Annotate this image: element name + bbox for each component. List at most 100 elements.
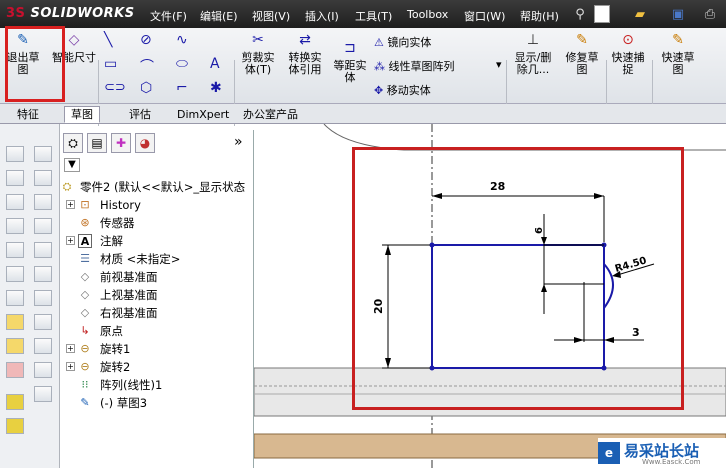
tree-item-sketch3[interactable]: ✎ (-) 草图3 [60, 394, 254, 412]
menu-file[interactable]: 文件(F) [150, 8, 187, 24]
sketch-edit-icon[interactable] [6, 314, 24, 330]
trim-entities-button[interactable]: ✂ 剪裁实体(T) [238, 33, 278, 76]
expand-icon[interactable]: + [66, 344, 75, 353]
menu-window[interactable]: 窗口(W) [464, 8, 505, 24]
cube-icon[interactable] [6, 218, 24, 234]
configuration-tab-icon[interactable]: ✚ [111, 133, 131, 153]
view-icon[interactable] [34, 386, 52, 402]
new-document-icon[interactable] [594, 5, 610, 23]
convert-icon: ⇄ [299, 32, 311, 48]
view-icon[interactable] [34, 146, 52, 162]
circle-icon[interactable]: ⊘ [140, 32, 152, 48]
filter-icon[interactable]: ▼ [64, 158, 80, 172]
view-icon[interactable] [34, 314, 52, 330]
expand-icon[interactable]: + [66, 236, 75, 245]
tree-item-history[interactable]: + ⊡ History [60, 196, 254, 214]
watermark-subtext: Www.Easck.Com [642, 458, 701, 466]
tree-item-origin[interactable]: ↳ 原点 [60, 322, 254, 340]
line-icon[interactable]: ╲ [104, 32, 112, 48]
polygon-icon[interactable]: ⬡ [140, 80, 152, 96]
convert-entities-button[interactable]: ⇄ 转换实体引用 [284, 32, 326, 76]
cube-icon[interactable] [6, 242, 24, 258]
feature-manager-tab-icon[interactable]: ⛭ [63, 133, 83, 153]
tab-dimxpert[interactable]: DimXpert [170, 106, 236, 123]
layer-icon[interactable] [6, 418, 24, 434]
rapid-sketch-button[interactable]: ✎ 快速草图 [658, 33, 698, 76]
linear-pattern-label: 线性草图阵列 [388, 60, 455, 73]
tree-item-material[interactable]: ☰ 材质 <未指定> [60, 250, 254, 268]
rectangle-icon[interactable]: ▭ [104, 56, 117, 72]
tree-item-label: 阵列(线性)1 [100, 378, 163, 392]
arc-icon[interactable]: ⌒ [140, 56, 154, 76]
title-bar: 3S SOLIDWORKS 文件(F) 编辑(E) 视图(V) 插入(I) 工具… [0, 0, 726, 28]
print-icon[interactable]: ⎙ [700, 4, 720, 24]
tree-item-linear-pattern[interactable]: ⁝⁝ 阵列(线性)1 [60, 376, 254, 394]
left-toolbar [0, 124, 60, 468]
spline-icon[interactable]: ∿ [176, 32, 188, 48]
tree-root-part[interactable]: ⛭ 零件2 (默认<<默认>_显示状态 [60, 178, 254, 196]
slot-icon[interactable]: ⊂⊃ [104, 80, 126, 95]
display-manager-tab-icon[interactable]: ◕ [135, 133, 155, 153]
convert-label: 转换实体引用 [288, 51, 322, 76]
relation-icon[interactable] [6, 362, 24, 378]
site-watermark: e 易采站长站 Www.Easck.Com [598, 438, 726, 468]
expand-icon[interactable]: + [66, 362, 75, 371]
menu-help[interactable]: 帮助(H) [520, 8, 559, 24]
repair-sketch-button[interactable]: ✎ 修复草图 [562, 33, 602, 76]
open-folder-icon[interactable]: ▰ [630, 4, 650, 24]
repair-label: 修复草图 [565, 51, 599, 76]
view-icon[interactable] [34, 266, 52, 282]
expand-panel-icon[interactable]: » [234, 134, 243, 150]
mirror-label: 镜向实体 [387, 36, 432, 49]
tab-features[interactable]: 特征 [10, 106, 46, 123]
ellipse-icon[interactable]: ⬭ [176, 56, 188, 72]
tree-item-sensors[interactable]: ⊛ 传感器 [60, 214, 254, 232]
pin-icon[interactable]: ⚲ [570, 4, 590, 24]
view-icon[interactable] [34, 338, 52, 354]
view-icon[interactable] [34, 170, 52, 186]
tab-office-products[interactable]: 办公室产品 [236, 106, 305, 123]
quick-snaps-button[interactable]: ⊙ 快速捕捉 [610, 33, 646, 76]
view-icon[interactable] [34, 218, 52, 234]
sketch-add-icon[interactable] [6, 338, 24, 354]
tree-item-annotations[interactable]: + A 注解 [60, 232, 254, 250]
tab-sketch[interactable]: 草图 [64, 106, 100, 123]
cube-icon[interactable] [6, 290, 24, 306]
move-entities-button[interactable]: ✥ 移动实体 [374, 82, 431, 98]
menu-tools[interactable]: 工具(T) [355, 8, 392, 24]
property-manager-tab-icon[interactable]: ▤ [87, 133, 107, 153]
save-icon[interactable]: ▣ [668, 4, 688, 24]
menu-edit[interactable]: 编辑(E) [200, 8, 238, 24]
show-delete-relations-button[interactable]: ⊥ 显示/删除几... [510, 33, 556, 76]
view-icon[interactable] [34, 362, 52, 378]
offset-entities-button[interactable]: ⊐ 等距实体 [332, 41, 368, 84]
view-icon[interactable] [34, 194, 52, 210]
mirror-entities-button[interactable]: ⚠ 镜向实体 [374, 34, 431, 50]
tab-evaluate[interactable]: 评估 [122, 106, 158, 123]
sketch-icon: ✎ [80, 396, 90, 409]
tree-item-front-plane[interactable]: ◇ 前视基准面 [60, 268, 254, 286]
solidworks-logo: 3S SOLIDWORKS [6, 6, 135, 21]
cube-icon[interactable] [6, 194, 24, 210]
rapid-sketch-label: 快速草图 [661, 51, 695, 76]
linear-pattern-button[interactable]: ⁂ 线性草图阵列 [374, 58, 455, 74]
tree-item-revolve1[interactable]: + ⊖ 旋转1 [60, 340, 254, 358]
fillet-icon[interactable]: ⌐ [176, 80, 188, 96]
linear-pattern-dropdown[interactable]: ▾ [496, 58, 502, 71]
tree-item-top-plane[interactable]: ◇ 上视基准面 [60, 286, 254, 304]
menu-insert[interactable]: 插入(I) [305, 8, 339, 24]
view-icon[interactable] [34, 290, 52, 306]
menu-view[interactable]: 视图(V) [252, 8, 290, 24]
layer-icon[interactable] [6, 394, 24, 410]
tree-item-right-plane[interactable]: ◇ 右视基准面 [60, 304, 254, 322]
text-icon[interactable]: A [210, 56, 220, 72]
tree-item-revolve2[interactable]: + ⊖ 旋转2 [60, 358, 254, 376]
highlight-sketch [352, 147, 684, 410]
expand-icon[interactable]: + [66, 200, 75, 209]
menu-toolbox[interactable]: Toolbox [407, 8, 448, 21]
cube-icon[interactable] [6, 170, 24, 186]
view-icon[interactable] [34, 242, 52, 258]
point-icon[interactable]: ✱ [210, 80, 222, 96]
cube-icon[interactable] [6, 146, 24, 162]
cube-icon[interactable] [6, 266, 24, 282]
